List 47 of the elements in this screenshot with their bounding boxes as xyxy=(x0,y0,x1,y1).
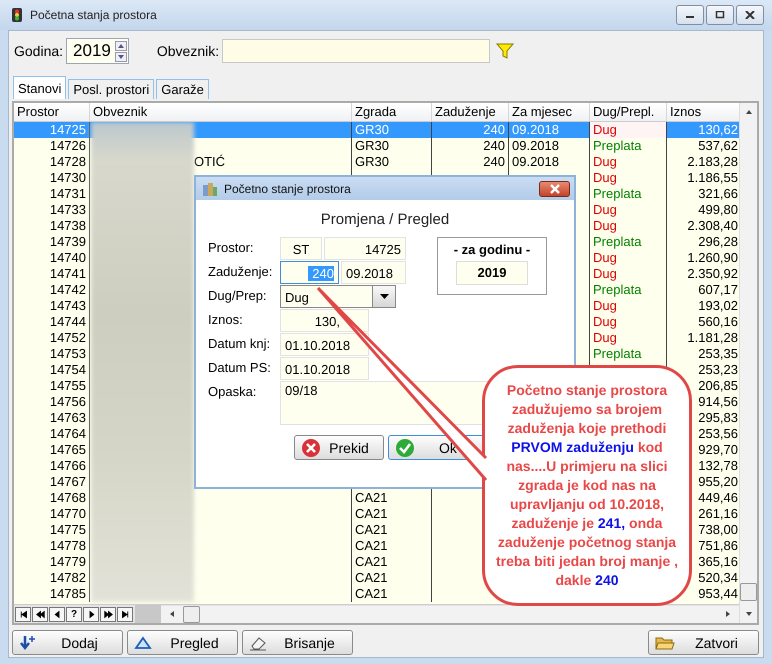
table-cell: Dug xyxy=(590,298,667,314)
table-cell: CA21 xyxy=(352,490,432,506)
dialog-heading: Promjena / Pregled xyxy=(320,211,450,228)
field-label: Datum PS: xyxy=(208,359,272,377)
table-cell: CA21 xyxy=(352,506,432,522)
table-cell: Preplata xyxy=(590,346,667,362)
table-cell: Preplata xyxy=(590,138,667,154)
field-label: Datum knj: xyxy=(208,335,272,353)
table-cell: 09.2018 xyxy=(509,154,590,170)
table-cell: OTIĆ xyxy=(90,154,352,170)
table-cell: 240 xyxy=(432,138,509,154)
table-cell: Preplata xyxy=(590,282,667,298)
field-label: Zaduženje: xyxy=(208,263,274,281)
table-cell: Dug xyxy=(590,266,667,282)
table-cell: Dug xyxy=(590,314,667,330)
year-label: Godina: xyxy=(14,43,64,59)
table-cell: Dug xyxy=(590,250,667,266)
table-cell: Preplata xyxy=(590,186,667,202)
table-cell: Dug xyxy=(590,202,667,218)
table-cell: CA21 xyxy=(352,522,432,538)
payer-label: Obveznik: xyxy=(156,43,220,59)
table-cell: Dug xyxy=(590,170,667,186)
year-title: - za godinu - xyxy=(454,242,530,257)
table-cell: GR30 xyxy=(352,154,432,170)
field-label: Dug/Prep: xyxy=(208,287,268,305)
table-cell: GR30 xyxy=(352,138,432,154)
table-cell: 130,62 xyxy=(667,122,739,138)
table-cell: CA21 xyxy=(352,570,432,586)
dialog-title: Početno stanje prostora xyxy=(224,182,352,196)
table-cell: 09.2018 xyxy=(509,122,590,138)
table-cell: Preplata xyxy=(590,234,667,250)
table-cell: CA21 xyxy=(352,554,432,570)
year-value: 2019 xyxy=(456,261,528,285)
table-cell: 240 xyxy=(432,154,509,170)
field-label: Opaska: xyxy=(208,383,258,401)
table-cell: Dug xyxy=(590,330,667,346)
field-label: Iznos: xyxy=(208,311,244,329)
table-cell: Dug xyxy=(590,218,667,234)
table-cell: 09.2018 xyxy=(509,138,590,154)
table-cell: CA21 xyxy=(352,538,432,554)
field-label: Prostor: xyxy=(208,239,255,257)
window-title: Početna stanja prostora xyxy=(30,8,158,22)
table-cell: CA21 xyxy=(352,586,432,602)
table-cell: Dug xyxy=(590,154,667,170)
table-cell: GR30 xyxy=(352,122,432,138)
table-cell: 240 xyxy=(432,122,509,138)
table-cell: Dug xyxy=(590,122,667,138)
